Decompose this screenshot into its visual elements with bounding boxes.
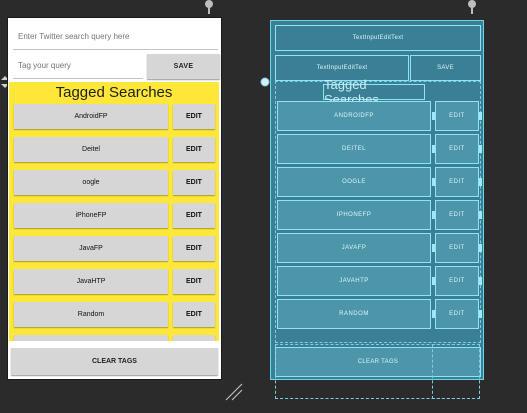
blueprint-search-field-label: TextInputEditText [352,35,404,41]
blueprint-list-item: JAVAHTP EDIT [277,266,483,296]
blueprint-tag-button[interactable]: DEITEL [277,134,431,164]
blueprint-save-label: SAVE [437,65,454,71]
design-preview: SAVE Tagged Searches AndroidFP EDIT Deit… [8,18,221,379]
edit-button[interactable]: EDIT [173,269,215,294]
blueprint-edit-button[interactable]: EDIT [435,233,479,263]
tag-button[interactable] [14,335,168,341]
blueprint-edit-button[interactable]: EDIT [435,134,479,164]
blueprint-anchor-icon [479,310,482,318]
tag-button[interactable]: Deitel [14,137,168,162]
blueprint-tag-button[interactable]: JAVAFP [277,233,431,263]
blueprint-anchor-icon [479,112,482,120]
blueprint-tag-button[interactable]: ANDROIDFP [277,101,431,131]
blueprint-anchor-icon [479,145,482,153]
blueprint-pin-icon[interactable] [466,0,478,14]
search-query-input[interactable] [13,24,218,50]
blueprint-edit-button[interactable]: EDIT [435,266,479,296]
blueprint-tag-button[interactable]: RANDOM [277,299,431,329]
edit-button[interactable]: EDIT [173,137,215,162]
edit-button[interactable]: EDIT [173,203,215,228]
edit-button[interactable]: EDIT [173,104,215,129]
blueprint-edit-button[interactable]: EDIT [435,299,479,329]
blueprint-edit-button[interactable]: EDIT [435,167,479,197]
resize-corner-icon[interactable] [224,383,244,401]
list-item: JavaFP EDIT [14,236,218,261]
blueprint-list-item: JAVAFP EDIT [277,233,483,263]
blueprint-edit-button[interactable]: EDIT [435,200,479,230]
constraint-handle-icon[interactable] [260,77,270,87]
blueprint-anchor-icon [479,211,482,219]
blueprint-preview: TextInputEditText TextInputEditText SAVE… [270,20,484,380]
blueprint-list-item: OOGLE EDIT [277,167,483,197]
blueprint-tag-button[interactable]: IPHONEFP [277,200,431,230]
edit-button[interactable]: EDIT [173,236,215,261]
tag-button[interactable]: Random [14,302,168,327]
blueprint-tagged-title: Tagged Searches [323,77,425,107]
blueprint-list-item: IPHONEFP EDIT [277,200,483,230]
edit-button[interactable]: EDIT [173,170,215,195]
blueprint-list-item: RANDOM EDIT [277,299,483,329]
blueprint-anchor-icon [479,244,482,252]
list-item: Deitel EDIT [14,137,218,162]
blueprint-anchor-icon [479,178,482,186]
tag-button[interactable]: JavaHTP [14,269,168,294]
tag-button[interactable]: oogle [14,170,168,195]
tag-button[interactable]: JavaFP [14,236,168,261]
save-button[interactable]: SAVE [147,54,220,79]
blueprint-anchor-icon [479,277,482,285]
blueprint-tag-field-label: TextInputEditText [316,65,368,71]
tagged-searches-title: Tagged Searches [55,84,173,101]
list-item: iPhoneFP EDIT [14,203,218,228]
blueprint-tag-button[interactable]: JAVAHTP [277,266,431,296]
list-item: oogle EDIT [14,170,218,195]
tag-button[interactable]: iPhoneFP [14,203,168,228]
blueprint-list-item: DEITEL EDIT [277,134,483,164]
tag-query-input[interactable] [13,53,143,79]
edit-button[interactable]: EDIT [173,302,215,327]
edit-button[interactable] [173,335,215,341]
design-pin-icon[interactable] [203,0,215,14]
list-item-partial [14,335,218,341]
list-item: Random EDIT [14,302,218,327]
blueprint-list-item: ANDROIDFP EDIT [277,101,483,131]
blueprint-tag-button[interactable]: OOGLE [277,167,431,197]
tagged-searches-panel: Tagged Searches AndroidFP EDIT Deitel ED… [9,82,219,341]
blueprint-edit-button[interactable]: EDIT [435,101,479,131]
list-item: JavaHTP EDIT [14,269,218,294]
list-item: AndroidFP EDIT [14,104,218,129]
blueprint-search-field[interactable]: TextInputEditText [275,25,481,51]
tag-button[interactable]: AndroidFP [14,104,168,129]
clear-tags-button[interactable]: CLEAR TAGS [11,348,218,375]
blueprint-overflow-outline [432,344,480,399]
